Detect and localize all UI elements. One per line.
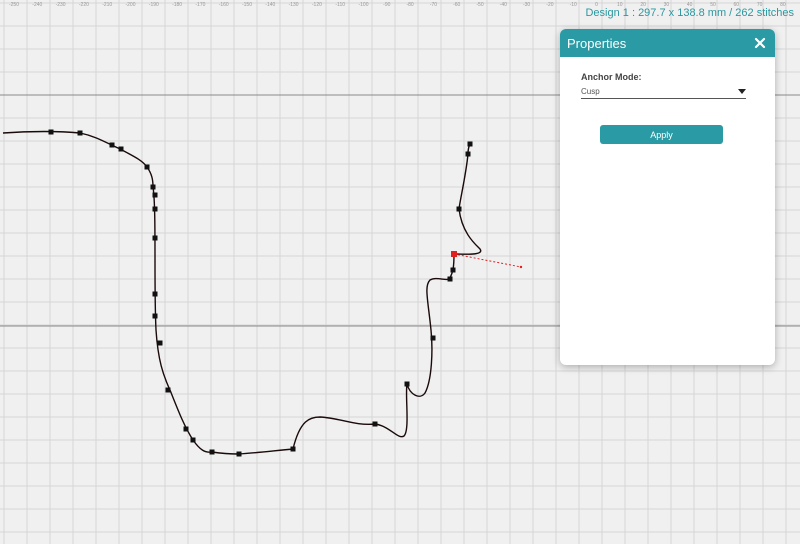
ruler-label: -10 [570, 2, 577, 8]
ruler-label: -180 [172, 2, 182, 8]
anchor-mode-field: Anchor Mode: Cusp [581, 72, 746, 99]
close-button[interactable] [751, 34, 769, 52]
anchor-node[interactable] [465, 151, 471, 157]
stitch-path[interactable] [2, 130, 482, 455]
anchor-node[interactable] [190, 437, 196, 443]
ruler-label: -170 [195, 2, 205, 8]
anchor-node[interactable] [450, 267, 456, 273]
ruler-label: -120 [312, 2, 322, 8]
anchor-node[interactable] [467, 141, 473, 147]
ruler-label: -100 [358, 2, 368, 8]
anchor-mode-value: Cusp [581, 86, 600, 96]
anchor-node[interactable] [109, 142, 115, 148]
close-icon [754, 37, 766, 49]
ruler-label: -80 [406, 2, 413, 8]
anchor-node[interactable] [118, 146, 124, 152]
anchor-node[interactable] [404, 381, 410, 387]
anchor-node[interactable] [48, 129, 54, 135]
ruler-label: -30 [523, 2, 530, 8]
anchor-node[interactable] [150, 184, 156, 190]
ruler-label: -240 [32, 2, 42, 8]
anchor-node[interactable] [152, 313, 158, 319]
anchor-node[interactable] [152, 235, 158, 241]
ruler-label: -140 [265, 2, 275, 8]
anchor-mode-label: Anchor Mode: [581, 72, 642, 82]
anchor-node[interactable] [152, 291, 158, 297]
anchor-nodes[interactable] [48, 129, 473, 457]
panel-title: Properties [567, 35, 627, 51]
properties-panel: Properties Anchor Mode: Cusp Apply [560, 29, 775, 365]
anchor-node[interactable] [236, 451, 242, 457]
control-handle-end[interactable] [519, 265, 523, 269]
anchor-node[interactable] [183, 426, 189, 432]
anchor-node[interactable] [152, 206, 158, 212]
selected-anchor-node[interactable] [451, 251, 457, 257]
ruler-label: -70 [430, 2, 437, 8]
ruler-label: -40 [500, 2, 507, 8]
caret-down-icon [738, 88, 746, 94]
ruler-label: -130 [289, 2, 299, 8]
ruler-label: -150 [242, 2, 252, 8]
ruler-label: -50 [476, 2, 483, 8]
anchor-node[interactable] [152, 192, 158, 198]
anchor-node[interactable] [290, 446, 296, 452]
design-info: Design 1 : 297.7 x 138.8 mm / 262 stitch… [585, 7, 794, 19]
ruler-label: -90 [383, 2, 390, 8]
ruler-label: -20 [546, 2, 553, 8]
anchor-node[interactable] [430, 335, 436, 341]
anchor-node[interactable] [456, 206, 462, 212]
anchor-node[interactable] [157, 340, 163, 346]
anchor-node[interactable] [209, 449, 215, 455]
anchor-node[interactable] [77, 130, 83, 136]
ruler-label: -210 [102, 2, 112, 8]
anchor-node[interactable] [165, 387, 171, 393]
ruler-label: -200 [125, 2, 135, 8]
anchor-node[interactable] [447, 276, 453, 282]
ruler-label: -190 [149, 2, 159, 8]
apply-button[interactable]: Apply [600, 125, 723, 144]
ruler-label: -60 [453, 2, 460, 8]
ruler-label: -110 [335, 2, 345, 8]
ruler-label: -250 [9, 2, 19, 8]
ruler-label: -220 [79, 2, 89, 8]
ruler-label: -230 [56, 2, 66, 8]
anchor-node[interactable] [372, 421, 378, 427]
ruler-label: -160 [219, 2, 229, 8]
anchor-node[interactable] [144, 164, 150, 170]
panel-header: Properties [560, 29, 775, 57]
anchor-mode-select[interactable]: Cusp [581, 84, 746, 99]
